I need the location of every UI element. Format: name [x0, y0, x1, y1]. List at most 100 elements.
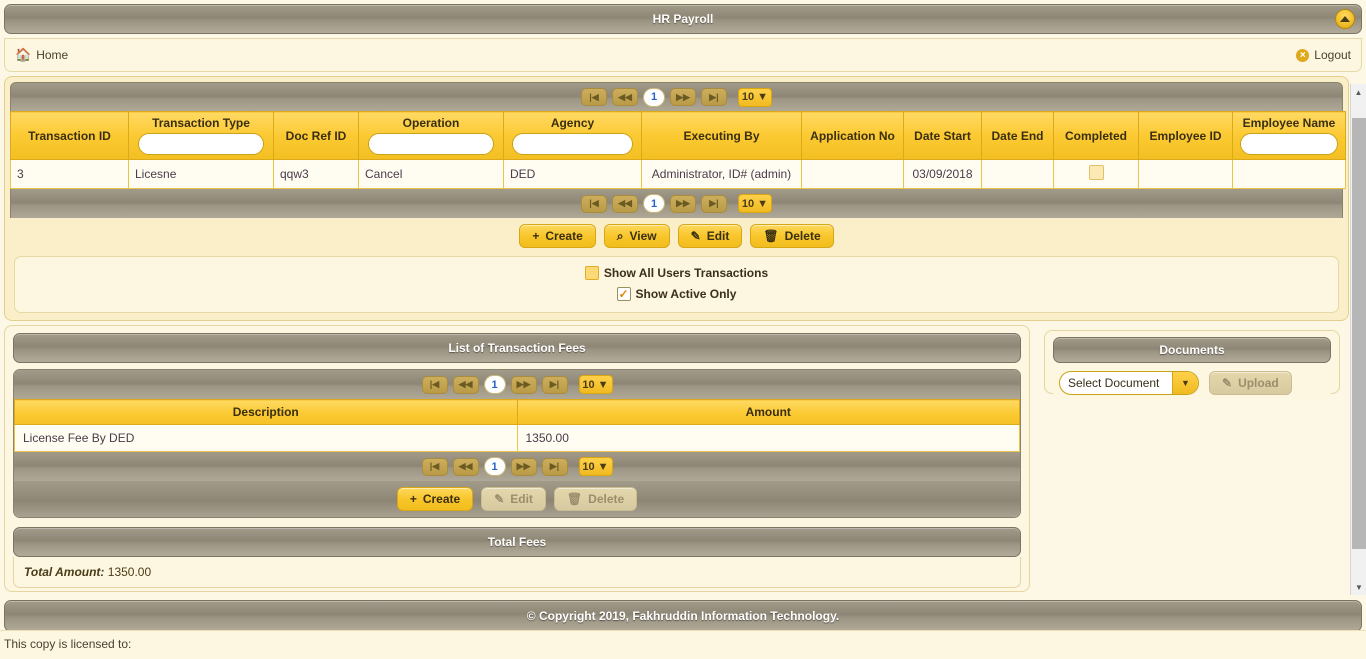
column-header-employee-id: Employee ID — [1138, 111, 1233, 160]
fees-create-button[interactable]: + Create — [396, 487, 474, 511]
transactions-pager-bottom: |◀ ◀◀ 1 ▶▶ ▶| 10 ▼ — [10, 189, 1343, 218]
vertical-scrollbar[interactable]: ▲ ▼ — [1350, 84, 1366, 595]
pager-prev-button[interactable]: ◀◀ — [452, 457, 479, 476]
show-active-only-label: Show Active Only — [635, 287, 737, 301]
edit-button[interactable]: ✎ Edit — [677, 224, 743, 248]
triangle-up-icon — [1340, 16, 1350, 22]
documents-title-bar: Documents — [1053, 337, 1331, 363]
cell-date-start: 03/09/2018 — [903, 159, 982, 189]
page-title: HR Payroll — [652, 12, 714, 26]
fees-delete-button[interactable]: 🗑 Delete — [553, 487, 638, 511]
logout-link[interactable]: × Logout — [1296, 48, 1351, 62]
page-size-select[interactable]: 10 ▼ — [578, 457, 613, 476]
footer-bar: © Copyright 2019, Fakhruddin Information… — [4, 600, 1362, 632]
chevron-down-icon: ▼ — [597, 460, 609, 473]
pager-prev-button[interactable]: ◀◀ — [612, 88, 638, 106]
pager-prev-button[interactable]: ◀◀ — [452, 375, 479, 394]
view-button[interactable]: ⌕ View — [603, 224, 670, 248]
pager-last-button[interactable]: ▶| — [541, 375, 568, 394]
delete-button[interactable]: 🗑 Delete — [750, 224, 834, 248]
fees-edit-button-label: Edit — [510, 492, 533, 506]
cell-employee-id — [1138, 159, 1233, 189]
filter-input-operation[interactable] — [367, 133, 495, 155]
page-size-value: 10 — [582, 378, 595, 391]
app-page: HR Payroll 🏠 Home × Logout |◀ ◀◀ 1 ▶▶ ▶| — [0, 0, 1366, 659]
pager-current-page[interactable]: 1 — [643, 87, 665, 107]
pager-first-button[interactable]: |◀ — [581, 88, 607, 106]
upload-button[interactable]: ✎ Upload — [1209, 371, 1292, 395]
pager-controls: |◀ ◀◀ 1 ▶▶ ▶| 10 ▼ — [581, 87, 772, 107]
pager-current-page[interactable]: 1 — [643, 194, 665, 213]
collapse-panel-button[interactable] — [1335, 9, 1355, 29]
chevron-down-icon: ▼ — [757, 91, 769, 103]
pager-next-button[interactable]: ▶▶ — [510, 375, 537, 394]
column-header-amount: Amount — [516, 399, 1020, 425]
page-size-select[interactable]: 10 ▼ — [738, 87, 772, 107]
fees-edit-button[interactable]: ✎ Edit — [481, 487, 546, 511]
show-active-only-checkbox[interactable]: ✓ — [616, 287, 631, 301]
column-header-transaction-type: Transaction Type — [128, 111, 274, 160]
cell-executing-by: Administrator, ID# (admin) — [641, 159, 802, 189]
create-button[interactable]: + Create — [519, 224, 596, 248]
magnifier-icon: ⌕ — [616, 228, 624, 243]
transaction-filter-options: Show All Users Transactions ✓ Show Activ… — [14, 256, 1339, 313]
completed-checkbox[interactable] — [1088, 165, 1104, 180]
fees-pager-controls-bottom: |◀ ◀◀ 1 ▶▶ ▶| 10 ▼ — [421, 457, 613, 476]
table-row[interactable]: 3 Licesne qqw3 Cancel DED Administrator,… — [10, 159, 1346, 189]
trash-icon: 🗑 — [566, 492, 583, 506]
pager-current-page[interactable]: 1 — [483, 457, 506, 476]
scroll-up-arrow-icon[interactable]: ▲ — [1351, 84, 1366, 100]
show-all-users-checkbox[interactable] — [584, 266, 599, 280]
pager-last-button[interactable]: ▶| — [701, 88, 727, 106]
column-label: Date End — [991, 128, 1044, 143]
total-fees-title-bar: Total Fees — [13, 527, 1021, 557]
pencil-icon: ✎ — [1222, 376, 1233, 390]
fees-delete-button-label: Delete — [588, 492, 625, 506]
page-size-select[interactable]: 10 ▼ — [738, 194, 772, 213]
plus-icon: + — [532, 229, 540, 243]
pager-prev-button[interactable]: ◀◀ — [612, 194, 638, 213]
page-size-value: 10 — [741, 197, 755, 210]
scrollbar-thumb[interactable] — [1352, 118, 1366, 549]
cell-transaction-type: Licesne — [128, 159, 274, 189]
cell-agency: DED — [503, 159, 642, 189]
fees-title-bar: List of Transaction Fees — [13, 333, 1021, 363]
pager-controls-bottom: |◀ ◀◀ 1 ▶▶ ▶| 10 ▼ — [581, 194, 772, 213]
pager-last-button[interactable]: ▶| — [701, 194, 727, 213]
select-document-dropdown[interactable]: Select Document ▼ — [1059, 371, 1199, 395]
scroll-down-arrow-icon[interactable]: ▼ — [1351, 579, 1366, 595]
filter-input-employee-name[interactable] — [1240, 133, 1338, 155]
column-header-date-start: Date Start — [903, 111, 982, 160]
total-fees-body: Total Amount: 1350.00 — [13, 557, 1021, 588]
pager-first-button[interactable]: |◀ — [581, 194, 607, 213]
view-button-label: View — [629, 229, 657, 243]
pager-first-button[interactable]: |◀ — [421, 457, 448, 476]
pager-first-button[interactable]: |◀ — [421, 375, 448, 394]
column-label: Transaction ID — [28, 128, 111, 143]
pencil-icon: ✎ — [494, 492, 505, 506]
pager-next-button[interactable]: ▶▶ — [670, 88, 696, 106]
table-row[interactable]: License Fee By DED 1350.00 — [14, 424, 1020, 452]
option-show-all-users: Show All Users Transactions — [15, 264, 1338, 282]
pager-next-button[interactable]: ▶▶ — [670, 194, 696, 213]
pager-current-page[interactable]: 1 — [483, 375, 506, 394]
column-label: Agency — [550, 116, 595, 130]
transactions-pager-top: |◀ ◀◀ 1 ▶▶ ▶| 10 ▼ — [10, 82, 1343, 111]
page-size-select[interactable]: 10 ▼ — [578, 375, 613, 394]
pager-next-button[interactable]: ▶▶ — [510, 457, 537, 476]
select-document-value: Select Document — [1068, 376, 1160, 390]
license-text: This copy is licensed to: — [4, 637, 132, 651]
pager-last-button[interactable]: ▶| — [541, 457, 568, 476]
home-link[interactable]: 🏠 Home — [15, 47, 68, 63]
chevron-down-icon: ▼ — [597, 378, 609, 391]
column-header-description: Description — [14, 399, 518, 425]
logout-link-label: Logout — [1314, 48, 1351, 62]
filter-input-transaction-type[interactable] — [137, 133, 265, 155]
column-header-doc-ref-id: Doc Ref ID — [273, 111, 359, 160]
cell-operation: Cancel — [358, 159, 504, 189]
delete-button-label: Delete — [784, 229, 821, 243]
cell-completed — [1053, 159, 1139, 189]
cell-application-no — [801, 159, 904, 189]
fees-table: Description Amount License Fee By DED 13… — [14, 399, 1020, 452]
filter-input-agency[interactable] — [512, 133, 633, 155]
